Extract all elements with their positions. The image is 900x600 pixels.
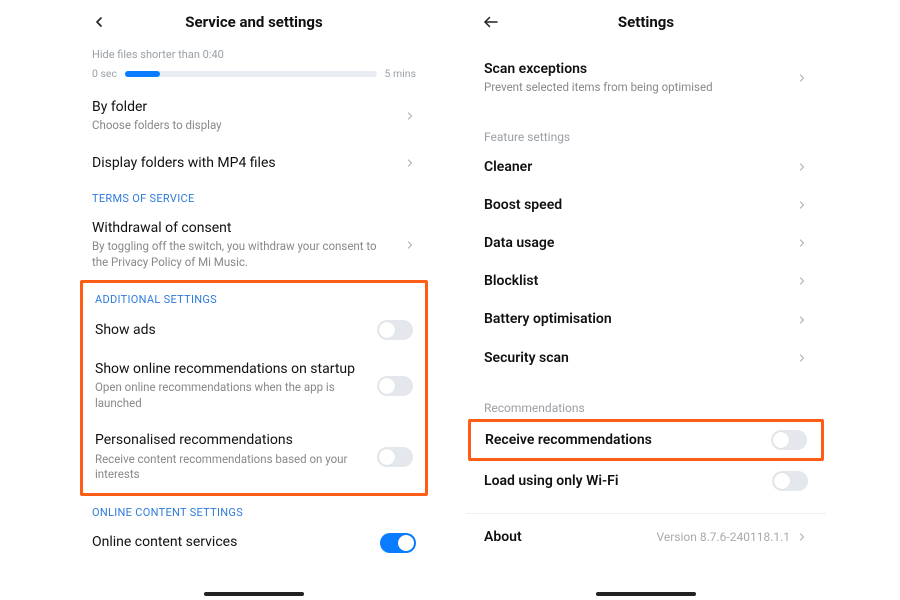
boost-speed-row[interactable]: Boost speed xyxy=(466,186,826,224)
chevron-right-icon xyxy=(796,531,808,543)
slider-max-label: 5 mins xyxy=(385,67,417,80)
page-title: Service and settings xyxy=(99,13,409,31)
chevron-right-icon xyxy=(404,239,416,251)
page-title: Settings xyxy=(491,13,801,31)
online-services-row[interactable]: Online content services xyxy=(74,523,434,563)
by-folder-label: By folder xyxy=(92,98,394,116)
receive-recs-label: Receive recommendations xyxy=(485,431,761,449)
show-ads-label: Show ads xyxy=(95,321,367,339)
online-recs-label: Show online recommendations on startup xyxy=(95,360,367,378)
cleaner-label: Cleaner xyxy=(484,158,786,176)
by-folder-sub: Choose folders to display xyxy=(92,118,394,134)
show-ads-toggle[interactable] xyxy=(377,320,413,340)
withdrawal-label: Withdrawal of consent xyxy=(92,219,394,237)
data-usage-label: Data usage xyxy=(484,234,786,252)
personalised-sub: Receive content recommendations based on… xyxy=(95,452,367,483)
chevron-right-icon xyxy=(796,161,808,173)
feature-settings-caption: Feature settings xyxy=(466,120,826,148)
withdrawal-row[interactable]: Withdrawal of consent By toggling off th… xyxy=(74,209,434,280)
about-row[interactable]: About Version 8.7.6-240118.1.1 xyxy=(466,513,826,556)
by-folder-row[interactable]: By folder Choose folders to display xyxy=(74,88,434,144)
chevron-right-icon xyxy=(404,157,416,169)
slider-hint: Hide files shorter than 0:40 xyxy=(92,48,416,61)
additional-settings-caption: ADDITIONAL SETTINGS xyxy=(83,283,425,310)
hide-short-files-slider-block: Hide files shorter than 0:40 0 sec 5 min… xyxy=(74,44,434,88)
wifi-only-row[interactable]: Load using only Wi-Fi xyxy=(466,461,826,501)
withdrawal-sub: By toggling off the switch, you withdraw… xyxy=(92,239,394,270)
home-indicator[interactable] xyxy=(596,592,696,596)
personalised-label: Personalised recommendations xyxy=(95,431,367,449)
online-services-label: Online content services xyxy=(92,533,370,551)
data-usage-row[interactable]: Data usage xyxy=(466,224,826,262)
about-label: About xyxy=(484,528,646,546)
chevron-right-icon xyxy=(796,352,808,364)
left-screen: Service and settings Hide files shorter … xyxy=(74,0,434,600)
header: Settings xyxy=(466,0,826,44)
right-screen: Settings Scan exceptions Prevent selecte… xyxy=(466,0,826,600)
receive-recs-toggle[interactable] xyxy=(771,430,807,450)
battery-label: Battery optimisation xyxy=(484,310,786,328)
security-scan-row[interactable]: Security scan xyxy=(466,339,826,377)
show-ads-row[interactable]: Show ads xyxy=(83,310,425,350)
online-content-caption: ONLINE CONTENT SETTINGS xyxy=(74,496,434,523)
recommendations-caption: Recommendations xyxy=(466,391,826,419)
online-services-toggle[interactable] xyxy=(380,533,416,553)
chevron-right-icon xyxy=(796,275,808,287)
boost-speed-label: Boost speed xyxy=(484,196,786,214)
about-version: Version 8.7.6-240118.1.1 xyxy=(656,530,790,544)
chevron-right-icon xyxy=(796,237,808,249)
blocklist-label: Blocklist xyxy=(484,272,786,290)
scan-exceptions-sub: Prevent selected items from being optimi… xyxy=(484,80,786,96)
receive-recs-row[interactable]: Receive recommendations xyxy=(471,422,821,458)
slider-row: 0 sec 5 mins xyxy=(92,67,416,80)
header: Service and settings xyxy=(74,0,434,44)
chevron-right-icon xyxy=(404,110,416,122)
personalised-toggle[interactable] xyxy=(377,447,413,467)
chevron-right-icon xyxy=(796,314,808,326)
tos-caption: TERMS OF SERVICE xyxy=(74,182,434,209)
slider-track[interactable] xyxy=(125,71,377,77)
security-scan-label: Security scan xyxy=(484,349,786,367)
additional-settings-highlight: ADDITIONAL SETTINGS Show ads Show online… xyxy=(80,280,428,495)
online-recs-row[interactable]: Show online recommendations on startup O… xyxy=(83,350,425,421)
online-recs-sub: Open online recommendations when the app… xyxy=(95,380,367,411)
scan-exceptions-row[interactable]: Scan exceptions Prevent selected items f… xyxy=(466,50,826,106)
blocklist-row[interactable]: Blocklist xyxy=(466,262,826,300)
display-mp4-label: Display folders with MP4 files xyxy=(92,154,394,172)
battery-row[interactable]: Battery optimisation xyxy=(466,300,826,338)
chevron-right-icon xyxy=(796,199,808,211)
slider-fill xyxy=(125,71,160,77)
personalised-row[interactable]: Personalised recommendations Receive con… xyxy=(83,421,425,492)
receive-recs-highlight: Receive recommendations xyxy=(468,419,824,461)
online-recs-toggle[interactable] xyxy=(377,376,413,396)
display-mp4-row[interactable]: Display folders with MP4 files xyxy=(74,144,434,182)
wifi-only-toggle[interactable] xyxy=(772,471,808,491)
slider-min-label: 0 sec xyxy=(92,67,117,80)
home-indicator[interactable] xyxy=(204,592,304,596)
cleaner-row[interactable]: Cleaner xyxy=(466,148,826,186)
wifi-only-label: Load using only Wi-Fi xyxy=(484,472,762,490)
chevron-right-icon xyxy=(796,72,808,84)
scan-exceptions-label: Scan exceptions xyxy=(484,60,786,78)
